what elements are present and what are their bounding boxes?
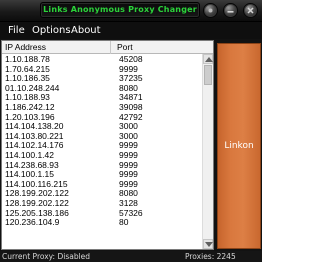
help-icon bbox=[208, 8, 213, 13]
minimize-icon bbox=[227, 11, 234, 13]
title-plate: Links Anonymous Proxy Changer bbox=[40, 2, 200, 18]
proxy-rows: 1.10.188.78 45208 1.70.64.215 9999 1.10.18… bbox=[2, 54, 202, 228]
menu-bar: File Options About bbox=[0, 22, 262, 39]
link-on-button[interactable]: Linkon bbox=[217, 43, 261, 249]
help-button[interactable] bbox=[203, 3, 218, 18]
proxy-list[interactable]: IP Address Port 1.10.188.78 45208 1.70.64… bbox=[1, 40, 214, 250]
close-button[interactable] bbox=[243, 3, 258, 18]
proxy-row[interactable]: 120.236.104.9 80 bbox=[2, 217, 202, 228]
port-cell: 80 bbox=[119, 217, 129, 228]
menu-file[interactable]: File bbox=[8, 22, 25, 39]
minimize-button[interactable] bbox=[223, 3, 238, 18]
scroll-up-button[interactable] bbox=[203, 54, 213, 64]
current-proxy-status: Current Proxy: Disabled bbox=[2, 252, 91, 261]
status-bar: Current Proxy: Disabled Proxies: 2245 bbox=[0, 251, 262, 262]
vertical-scrollbar[interactable] bbox=[202, 54, 213, 249]
window-title: Links Anonymous Proxy Changer bbox=[43, 5, 197, 14]
column-header-ip[interactable]: IP Address bbox=[5, 41, 111, 54]
close-icon bbox=[247, 7, 254, 14]
list-header: IP Address Port bbox=[2, 41, 213, 54]
scroll-thumb[interactable] bbox=[204, 65, 212, 85]
scroll-down-icon bbox=[205, 242, 213, 247]
menu-options[interactable]: Options bbox=[32, 22, 71, 39]
scroll-down-button[interactable] bbox=[203, 239, 213, 249]
ip-cell: 120.236.104.9 bbox=[5, 217, 60, 228]
menu-about[interactable]: About bbox=[71, 22, 101, 39]
scroll-up-icon bbox=[205, 57, 213, 62]
proxies-count: Proxies: 2245 bbox=[185, 252, 236, 261]
column-header-port[interactable]: Port bbox=[117, 41, 177, 54]
link-on-label: Linkon bbox=[224, 141, 254, 151]
title-bar[interactable]: Links Anonymous Proxy Changer bbox=[0, 0, 262, 22]
